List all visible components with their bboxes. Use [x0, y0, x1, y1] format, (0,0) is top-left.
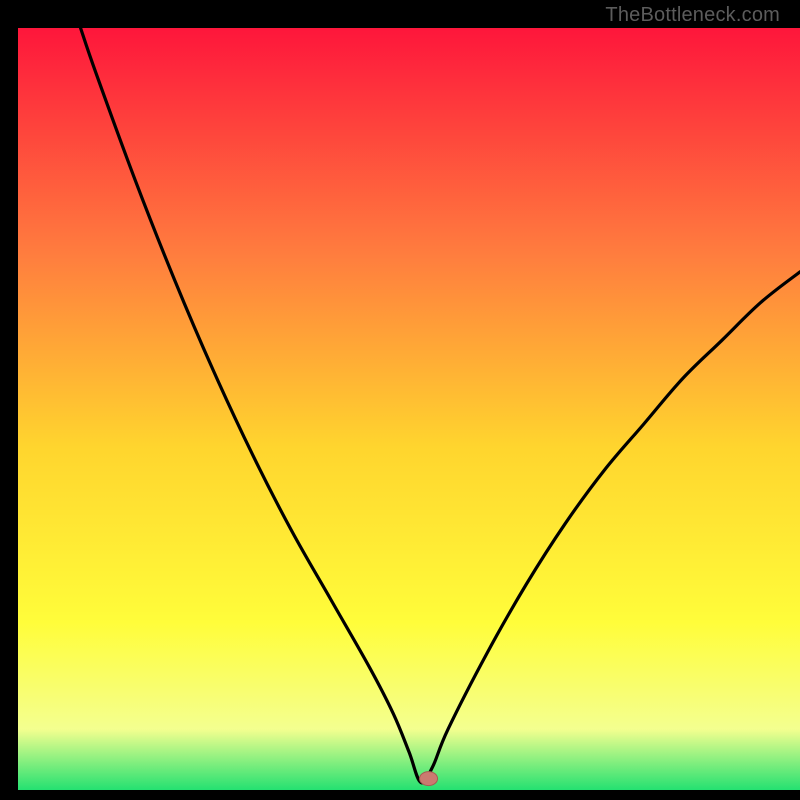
watermark-text: TheBottleneck.com: [605, 4, 780, 27]
optimum-marker: [420, 772, 438, 786]
frame-bottom: [0, 790, 800, 800]
plot-background: [18, 28, 800, 790]
frame-left: [0, 0, 18, 800]
bottleneck-chart: [0, 0, 800, 800]
chart-container: { "watermark": "TheBottleneck.com", "cha…: [0, 0, 800, 800]
